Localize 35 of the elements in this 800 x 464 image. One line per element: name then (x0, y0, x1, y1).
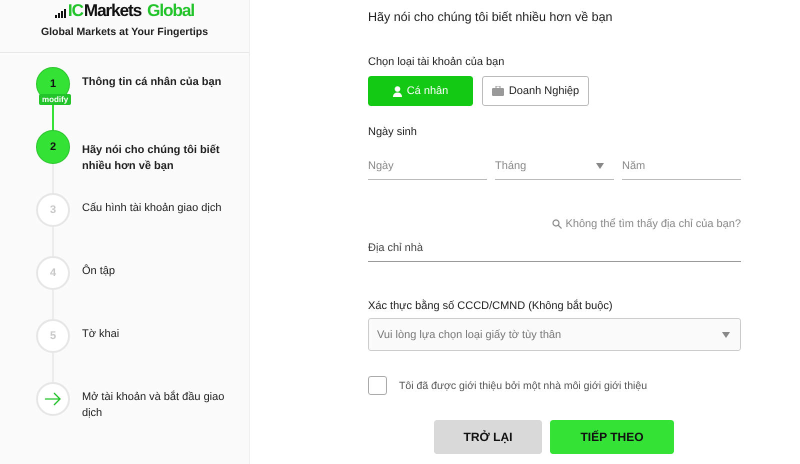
logo-text: Markets (84, 1, 142, 21)
tagline: Global Markets at Your Fingertips (40, 26, 208, 38)
arrow-right-icon (44, 392, 62, 406)
date-field[interactable]: Ngày (368, 153, 487, 180)
step-label: Thông tin cá nhân của bạn (82, 75, 222, 90)
step-label: Tờ khai (82, 327, 120, 342)
modify-badge[interactable]: modify (39, 94, 72, 105)
bar-chart-icon (54, 8, 67, 18)
step-label: Ôn tập (82, 263, 116, 279)
next-button[interactable]: TIẾP THEO (550, 420, 674, 454)
address-help-link[interactable]: Không thể tìm thấy địa chỉ của bạn? (552, 218, 741, 230)
month-select[interactable]: Tháng (495, 153, 614, 180)
referral-checkbox[interactable] (368, 376, 387, 395)
account-type-button[interactable]: Cá nhân (368, 76, 473, 106)
step-label: Cấu hình tài khoản giao dịch (82, 201, 222, 216)
dropdown-caret-icon (722, 332, 730, 338)
step-label: Mở tài khoản và bắt đầu giao dịch (82, 390, 226, 421)
checkbox-label: Tôi đã được giới thiệu bởi một nhà môi giới giới thiệu (399, 380, 648, 392)
date-field[interactable]: Năm (622, 153, 741, 180)
logo-text: Global (147, 1, 194, 21)
account-type-button[interactable]: Doanh Nghiệp (482, 76, 589, 106)
step-label: Hãy nói cho chúng tôi biết nhiều hơn về bạn (82, 143, 220, 174)
step-number: 2 (36, 130, 70, 164)
person-icon (392, 86, 402, 96)
address-field[interactable]: Địa chỉ nhà (368, 234, 741, 262)
briefcase-icon (492, 86, 504, 96)
field-label: Ngày sinh (368, 126, 418, 138)
dropdown-caret-icon (596, 163, 604, 169)
logo-text: IC (68, 1, 83, 21)
field-label: Xác thực bằng số CCCD/CMND (Không bắt buộc) (368, 300, 614, 312)
search-icon (552, 219, 562, 229)
form-title: Hãy nói cho chúng tôi biết nhiều hơn về bạn (368, 10, 614, 24)
id-type-select[interactable]: Vui lòng lựa chọn loại giấy tờ tùy thân (368, 318, 741, 351)
back-button[interactable]: TRỞ LẠI (434, 420, 542, 454)
field-label: Chọn loại tài khoản của bạn (368, 56, 506, 68)
